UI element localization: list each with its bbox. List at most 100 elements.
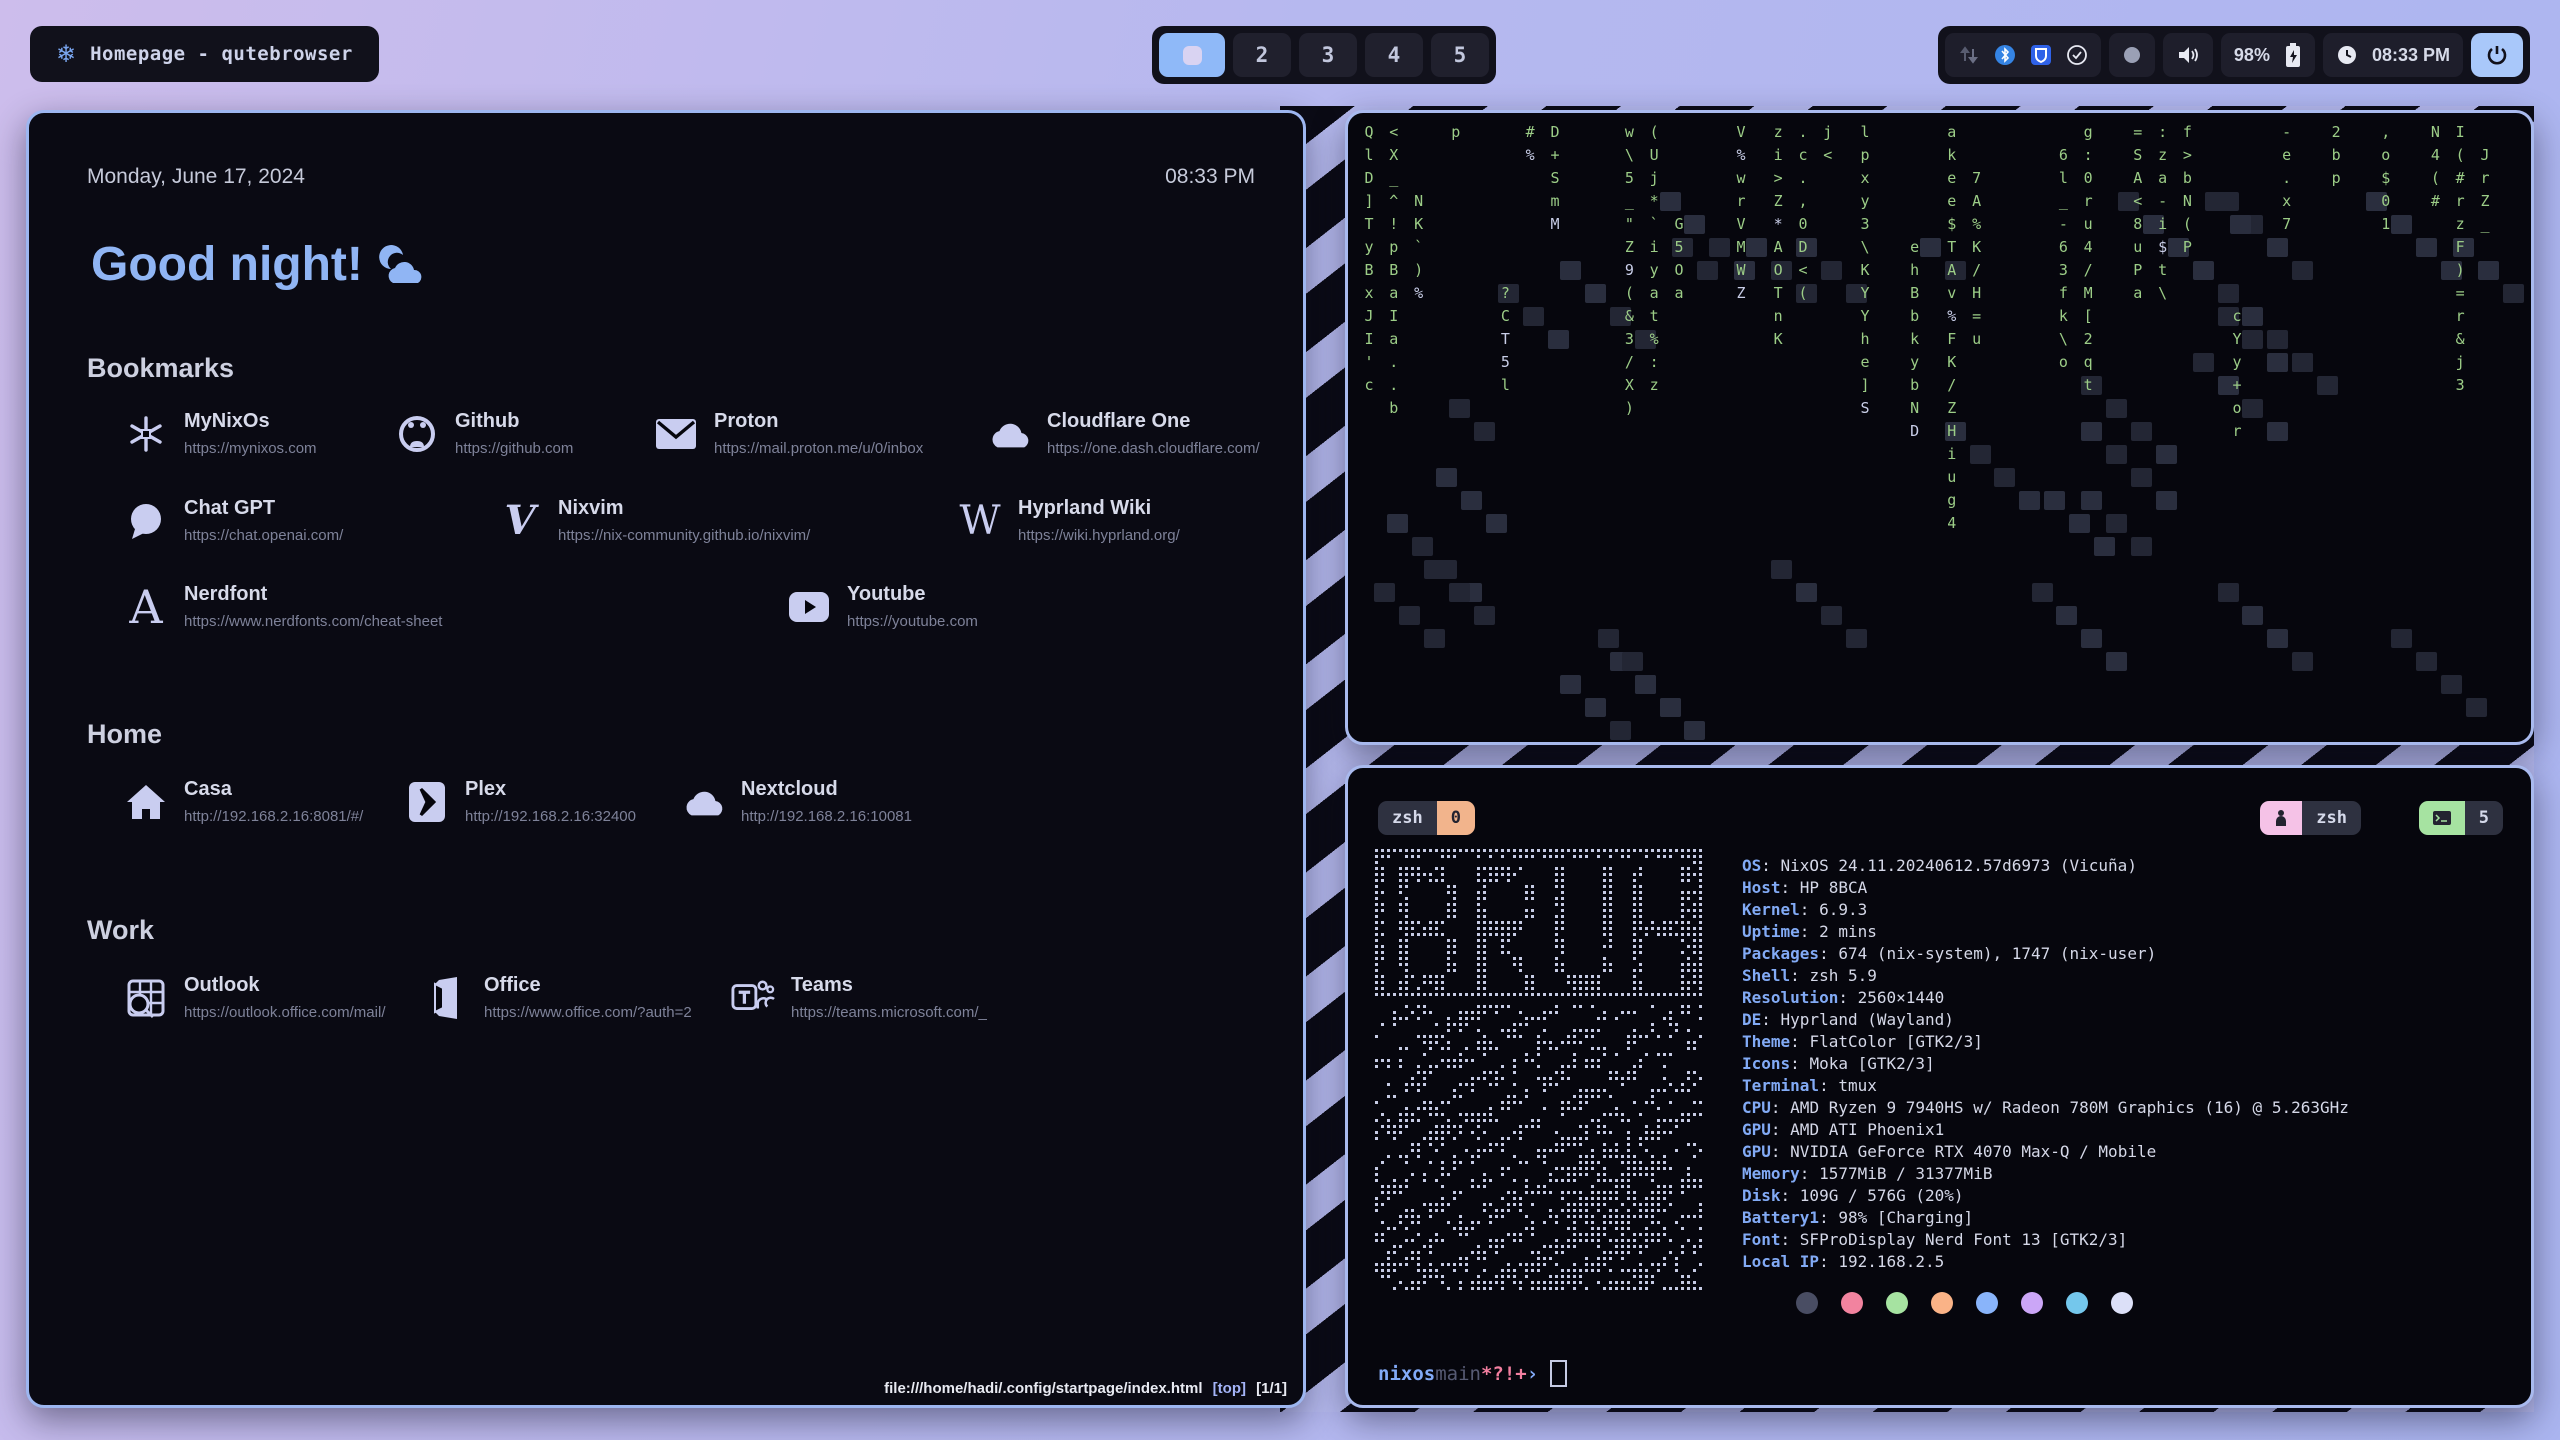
bookmark-chat-gpt[interactable]: Chat GPThttps://chat.openai.com/: [124, 497, 343, 544]
bookmark-hyprland-wiki[interactable]: WHyprland Wikihttps://wiki.hyprland.org/: [958, 497, 1180, 544]
matrix-trail-block: [2156, 445, 2177, 464]
bookmark-teams[interactable]: Teamshttps://teams.microsoft.com/_: [731, 974, 987, 1021]
bookmark-nextcloud[interactable]: Nextcloudhttp://192.168.2.16:10081: [681, 778, 912, 825]
fetch-info-line: Icons: Moka [GTK2/3]: [1742, 1054, 2349, 1076]
matrix-column: lpxy3\KYYhe]S: [1858, 121, 1872, 420]
matrix-trail-block: [2131, 468, 2152, 487]
bookmark-url: https://wiki.hyprland.org/: [1018, 527, 1180, 544]
clock-widget[interactable]: 08:33 PM: [2323, 33, 2463, 77]
nix-snowflake-icon: ❄: [56, 40, 76, 69]
matrix-trail-block: [2317, 376, 2338, 395]
cloud-icon: [681, 780, 725, 824]
bookmark-name: Outlook: [184, 974, 385, 997]
github-icon: [395, 412, 439, 456]
bookmark-name: Nixvim: [558, 497, 810, 520]
bookmark-cloudflare-one[interactable]: Cloudflare Onehttps://one.dash.cloudflar…: [987, 410, 1260, 457]
section-title-home: Home: [87, 719, 162, 750]
matrix-trail-block: [1660, 192, 1681, 211]
matrix-trail-block: [2230, 215, 2251, 234]
fetch-info-line: Uptime: 2 mins: [1742, 922, 2349, 944]
tmux-window-name: zsh: [1378, 801, 1437, 835]
fastfetch-info: OS: NixOS 24.11.20240612.57d6973 (Vicuña…: [1742, 856, 2349, 1274]
system-tray: 98% 08:33 PM: [1938, 26, 2530, 84]
bookmark-name: Casa: [184, 778, 363, 801]
workspace-1-active[interactable]: [1159, 33, 1225, 77]
tray-icons-group[interactable]: [1945, 33, 2101, 77]
matrix-trail-block: [1684, 721, 1705, 740]
matrix-trail-block: [2267, 629, 2288, 648]
bookmark-github[interactable]: Githubhttps://github.com: [395, 410, 573, 457]
prompt-segment: main: [1435, 1363, 1481, 1385]
bookmark-proton[interactable]: Protonhttps://mail.proton.me/u/0/inbox: [654, 410, 923, 457]
matrix-column: w\5_"Z9(&3/X): [1622, 121, 1636, 420]
power-button[interactable]: [2471, 33, 2523, 77]
statusbar-mode: [top]: [1207, 1380, 1252, 1397]
bookmark-name: Nextcloud: [741, 778, 912, 801]
palette-dot: [1841, 1292, 1863, 1314]
tmux-window-tab[interactable]: zsh 0: [1378, 801, 1475, 835]
workspace-5[interactable]: 5: [1431, 33, 1489, 77]
fastfetch-terminal-window[interactable]: zsh 0 zsh 5 OS: NixOS 24.11.20240612.57d…: [1345, 765, 2534, 1408]
workspace-2[interactable]: 2: [1233, 33, 1291, 77]
fetch-info-line: Host: HP 8BCA: [1742, 878, 2349, 900]
greeting-text: Good night!: [91, 237, 363, 292]
matrix-column: 2bp: [2329, 121, 2343, 190]
bookmark-youtube[interactable]: Youtubehttps://youtube.com: [787, 583, 978, 630]
bookmark-name: Github: [455, 410, 573, 433]
statusbar-url: file:///home/hadi/.config/startpage/inde…: [884, 1380, 1202, 1397]
matrix-column: ?CT5l: [1498, 282, 1512, 397]
bookmark-name: Plex: [465, 778, 636, 801]
matrix-column: p: [1449, 121, 1463, 144]
cloud-icon: [987, 412, 1031, 456]
matrix-trail-block: [1585, 284, 1606, 303]
matrix-trail-block: [1796, 583, 1817, 602]
bookmark-nerdfont[interactable]: ANerdfonthttps://www.nerdfonts.com/cheat…: [124, 583, 442, 630]
bookmark-plex[interactable]: Plexhttp://192.168.2.16:32400: [405, 778, 636, 825]
matrix-trail-block: [2267, 353, 2288, 372]
fetch-info-line: Battery1: 98% [Charging]: [1742, 1208, 2349, 1230]
bookmark-url: https://mail.proton.me/u/0/inbox: [714, 440, 923, 457]
tmux-user-pill[interactable]: zsh: [2260, 801, 2361, 835]
plex-icon: [405, 780, 449, 824]
battery-status[interactable]: 98%: [2221, 33, 2315, 77]
bookmark-mynixos[interactable]: MyNixOshttps://mynixos.com: [124, 410, 317, 457]
greeting: Good night!: [91, 237, 431, 292]
matrix-trail-block: [2218, 583, 2239, 602]
matrix-column: ehBbkybND: [1908, 236, 1922, 443]
matrix-column: g:0ru4/M[2qt: [2081, 121, 2095, 397]
fetch-info-line: DE: Hyprland (Wayland): [1742, 1010, 2349, 1032]
volume-control[interactable]: [2163, 33, 2213, 77]
tmux-session-count: 5: [2465, 801, 2503, 835]
bookmark-nixvim[interactable]: VNixvimhttps://nix-community.github.io/n…: [498, 497, 810, 544]
matrix-rain: QlD]TyBxJI'c<X_^!pBaIa..bNK`)%p?CT5l#%D+…: [1348, 113, 2531, 742]
workspace-4[interactable]: 4: [1365, 33, 1423, 77]
matrix-trail-block: [2242, 399, 2263, 418]
matrix-trail-block: [2081, 422, 2102, 441]
shell-prompt: nixos main*?!+ ›: [1378, 1360, 1567, 1387]
cmatrix-terminal-window[interactable]: QlD]TyBxJI'c<X_^!pBaIa..bNK`)%p?CT5l#%D+…: [1345, 110, 2534, 745]
tmux-session-pill[interactable]: 5: [2419, 801, 2503, 835]
matrix-trail-block: [2416, 652, 2437, 671]
mail-icon: [654, 412, 698, 456]
matrix-trail-block: [1449, 583, 1470, 602]
matrix-trail-block: [1412, 537, 1433, 556]
workspace-3[interactable]: 3: [1299, 33, 1357, 77]
matrix-trail-block: [1474, 422, 1495, 441]
matrix-column: V%wrVMWZ: [1734, 121, 1748, 305]
matrix-trail-block: [1771, 560, 1792, 579]
bookmark-casa[interactable]: Casahttp://192.168.2.16:8081/#/: [124, 778, 363, 825]
fetch-info-line: Kernel: 6.9.3: [1742, 900, 2349, 922]
recorder-indicator[interactable]: [2109, 33, 2155, 77]
matrix-trail-block: [1635, 675, 1656, 694]
bookmark-office[interactable]: Officehttps://www.office.com/?auth=2: [424, 974, 692, 1021]
matrix-trail-block: [1560, 675, 1581, 694]
section-title-work: Work: [87, 915, 154, 946]
bookmark-outlook[interactable]: Outlookhttps://outlook.office.com/mail/: [124, 974, 385, 1021]
matrix-trail-block: [2106, 514, 2127, 533]
bookmark-url: https://teams.microsoft.com/_: [791, 1004, 987, 1021]
chat-icon: [124, 499, 168, 543]
qutebrowser-window: Monday, June 17, 2024 08:33 PM Good nigh…: [26, 110, 1306, 1408]
matrix-trail-block: [2242, 307, 2263, 326]
matrix-trail-block: [2292, 261, 2313, 280]
matrix-column: -e.x7: [2280, 121, 2294, 236]
